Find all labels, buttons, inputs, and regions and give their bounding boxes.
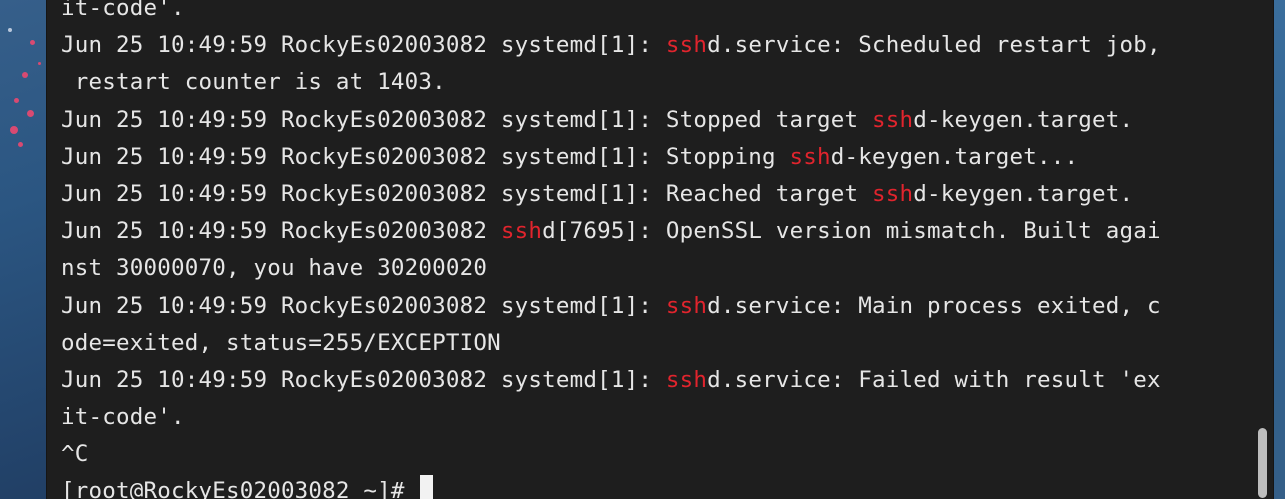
scrollbar-thumb[interactable] xyxy=(1258,428,1267,498)
highlighted-text: ssh xyxy=(789,143,831,170)
terminal-text: d-keygen.target. xyxy=(913,106,1134,133)
terminal-line: ode=exited, status=255/EXCEPTION xyxy=(61,325,1251,362)
wallpaper-dot xyxy=(27,110,34,117)
highlighted-text: ssh xyxy=(665,366,708,393)
wallpaper-dot xyxy=(22,72,28,78)
terminal-text: d[7695]: OpenSSL version mismatch. Built… xyxy=(542,218,1161,245)
terminal-output: it-code'. Jun 25 10:49:59 RockyEs02003082… xyxy=(61,0,1251,499)
terminal-line: it-code'. xyxy=(61,0,1251,27)
terminal-text: d-keygen.target. xyxy=(913,180,1134,207)
terminal-line: Jun 25 10:49:59 RockyEs02003082 systemd[… xyxy=(61,362,1251,399)
terminal-line: Jun 25 10:49:59 RockyEs02003082 systemd[… xyxy=(61,288,1251,325)
terminal-line: it-code'. xyxy=(61,399,1251,436)
terminal-text: d.service: Failed with result 'ex xyxy=(707,366,1161,393)
terminal-line: Jun 25 10:49:59 RockyEs02003082 systemd[… xyxy=(61,139,1251,176)
wallpaper-dot xyxy=(10,126,18,134)
wallpaper-left-edge xyxy=(0,0,46,499)
highlighted-text: ssh xyxy=(872,106,914,133)
wallpaper-dot xyxy=(30,40,35,45)
terminal-text: Jun 25 10:49:59 RockyEs02003082 systemd[… xyxy=(61,106,873,133)
wallpaper-dot xyxy=(14,98,19,103)
terminal-text: Jun 25 10:49:59 RockyEs02003082 xyxy=(61,218,501,245)
prompt-line[interactable]: [root@RockyEs02003082 ~]# xyxy=(61,473,1251,499)
wallpaper-dot xyxy=(8,28,12,32)
terminal-text: Jun 25 10:49:59 RockyEs02003082 systemd[… xyxy=(61,180,873,207)
terminal-line: Jun 25 10:49:59 RockyEs02003082 sshd[769… xyxy=(61,213,1251,250)
highlighted-text: ssh xyxy=(500,218,543,245)
terminal-line: Jun 25 10:49:59 RockyEs02003082 systemd[… xyxy=(61,27,1251,64)
terminal-line: ^C xyxy=(61,436,1251,473)
terminal-text: d.service: Main process exited, c xyxy=(707,292,1161,319)
terminal-line: Jun 25 10:49:59 RockyEs02003082 systemd[… xyxy=(61,176,1251,213)
terminal-text: Jun 25 10:49:59 RockyEs02003082 systemd[… xyxy=(61,32,666,59)
terminal-line: Jun 25 10:49:59 RockyEs02003082 systemd[… xyxy=(61,102,1251,139)
scrollbar[interactable] xyxy=(1258,0,1271,499)
wallpaper-dot xyxy=(18,142,23,147)
terminal-text: Jun 25 10:49:59 RockyEs02003082 systemd[… xyxy=(61,292,666,319)
terminal-text: nst 30000070, you have 30200020 xyxy=(61,255,488,282)
terminal-line: restart counter is at 1403. xyxy=(61,64,1251,101)
terminal-text: d-keygen.target... xyxy=(830,143,1079,170)
terminal-text: d.service: Scheduled restart job, xyxy=(707,32,1161,59)
terminal-text: ^C xyxy=(61,441,89,468)
terminal-text: it-code'. xyxy=(61,0,185,21)
desktop-background: it-code'. Jun 25 10:49:59 RockyEs02003082… xyxy=(0,0,1285,499)
terminal-text: Jun 25 10:49:59 RockyEs02003082 systemd[… xyxy=(61,366,666,393)
wallpaper-dot xyxy=(38,62,41,65)
terminal-window[interactable]: it-code'. Jun 25 10:49:59 RockyEs02003082… xyxy=(46,0,1274,499)
terminal-text: ode=exited, status=255/EXCEPTION xyxy=(61,329,501,356)
terminal-text: it-code'. xyxy=(61,404,185,431)
terminal-text: Jun 25 10:49:59 RockyEs02003082 systemd[… xyxy=(61,143,790,170)
shell-prompt: [root@RockyEs02003082 ~]# xyxy=(61,478,419,499)
highlighted-text: ssh xyxy=(872,180,914,207)
text-cursor xyxy=(420,475,434,499)
highlighted-text: ssh xyxy=(665,32,708,59)
terminal-line: nst 30000070, you have 30200020 xyxy=(61,250,1251,287)
highlighted-text: ssh xyxy=(665,292,708,319)
terminal-text: restart counter is at 1403. xyxy=(61,69,446,96)
